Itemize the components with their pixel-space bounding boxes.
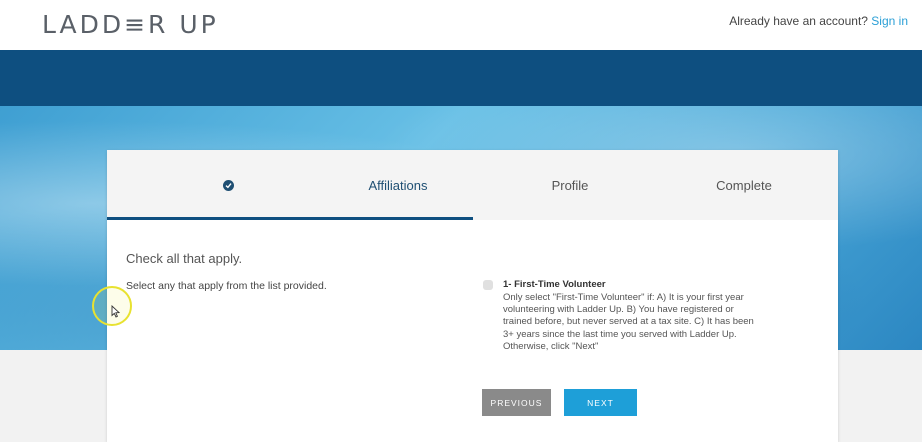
step-indicator: Affiliations Profile Complete	[107, 150, 838, 220]
signin-prompt-text: Already have an account?	[729, 14, 868, 28]
next-button[interactable]: NEXT	[564, 389, 637, 416]
nav-band	[0, 50, 922, 106]
step-completed[interactable]	[137, 150, 319, 220]
registration-card: Affiliations Profile Complete Check all …	[107, 150, 838, 442]
active-step-underline	[107, 217, 473, 220]
option-description: Only select "First-Time Volunteer" if: A…	[503, 292, 754, 352]
signin-prompt: Already have an account? Sign in	[729, 14, 908, 28]
first-time-volunteer-checkbox[interactable]	[483, 280, 493, 290]
option-title: 1- First-Time Volunteer	[503, 279, 606, 290]
step-complete[interactable]: Complete	[653, 150, 835, 220]
step-affiliations[interactable]: Affiliations	[307, 150, 489, 220]
ladder-up-logo[interactable]: LADD≡R UP	[42, 10, 219, 39]
previous-button[interactable]: PREVIOUS	[482, 389, 551, 416]
step-profile[interactable]: Profile	[479, 150, 661, 220]
mouse-pointer-icon	[111, 305, 120, 318]
signin-link[interactable]: Sign in	[871, 14, 908, 28]
top-bar: LADD≡R UP Already have an account? Sign …	[0, 0, 922, 50]
form-heading: Check all that apply.	[126, 251, 243, 266]
form-instructions: Select any that apply from the list prov…	[126, 280, 327, 292]
check-circle-icon	[222, 179, 234, 191]
